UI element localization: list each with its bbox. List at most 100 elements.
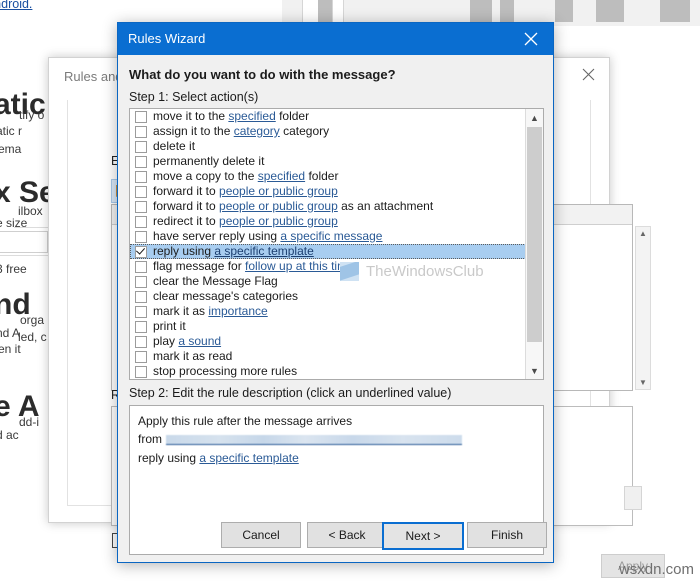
action-row[interactable]: assign it to the category category (130, 124, 526, 139)
action-value-link[interactable]: people or public group (219, 199, 338, 213)
checkbox-icon[interactable] (135, 230, 147, 243)
action-value-link[interactable]: a sound (178, 334, 221, 348)
webpage-top-link-1[interactable]: r iOS or Android. (0, 0, 300, 11)
action-value-link[interactable]: people or public group (219, 184, 338, 198)
checkbox-icon[interactable] (135, 350, 147, 363)
cancel-button[interactable]: Cancel (221, 522, 301, 548)
checkbox-icon[interactable] (135, 275, 147, 288)
secondary-control[interactable] (624, 486, 642, 510)
action-label: clear message's categories (153, 290, 298, 303)
next-button[interactable]: Next > (382, 522, 464, 550)
action-text: stop processing more rules (153, 364, 298, 378)
action-label: mark it as importance (153, 305, 268, 318)
rules-wizard-titlebar: Rules Wizard (118, 23, 553, 55)
checkbox-checked-icon[interactable] (135, 245, 147, 258)
checkbox-icon[interactable] (135, 155, 147, 168)
action-row[interactable]: clear the Message Flag (130, 274, 526, 289)
action-text: clear message's categories (153, 289, 299, 303)
scrollbar-thumb[interactable] (527, 127, 542, 342)
action-row[interactable]: print it (130, 319, 526, 334)
action-label: clear the Message Flag (153, 275, 278, 288)
action-row[interactable]: delete it (130, 139, 526, 154)
action-label: have server reply using a specific messa… (153, 230, 382, 243)
finish-button[interactable]: Finish (467, 522, 547, 548)
checkbox-icon[interactable] (135, 140, 147, 153)
action-row[interactable]: move it to the specified folder (130, 109, 526, 124)
action-row[interactable]: play a sound (130, 334, 526, 349)
specific-template-link[interactable]: a specific template (199, 451, 298, 465)
action-label: reply using a specific template (153, 245, 314, 258)
action-label: print it (153, 320, 186, 333)
rules-wizard-title: Rules Wizard (128, 31, 206, 46)
action-value-link[interactable]: a specific message (280, 229, 382, 243)
webpage-fragment: atic r (0, 124, 23, 138)
description-line-2[interactable]: from (138, 432, 462, 446)
action-text: folder (275, 109, 310, 123)
action-text: permanently delete it (153, 154, 265, 168)
webpage-fragment: orga (20, 313, 45, 327)
action-value-link[interactable]: a specific template (214, 244, 313, 258)
redacted-sender-value[interactable] (166, 435, 462, 445)
action-text: assign it to the (153, 124, 234, 138)
action-value-link[interactable]: category (234, 124, 280, 138)
chevron-down-icon[interactable]: ▼ (636, 376, 650, 389)
webpage-input-box[interactable] (0, 231, 48, 253)
action-row[interactable]: mark it as read (130, 349, 526, 364)
action-row[interactable]: have server reply using a specific messa… (130, 229, 526, 244)
action-row[interactable]: forward it to people or public group (130, 184, 526, 199)
checkbox-icon[interactable] (135, 365, 147, 378)
action-value-link[interactable]: importance (208, 304, 267, 318)
checkbox-icon[interactable] (135, 125, 147, 138)
checkbox-icon[interactable] (135, 215, 147, 228)
checkbox-icon[interactable] (135, 185, 147, 198)
action-text: forward it to (153, 199, 220, 213)
checkbox-icon[interactable] (135, 110, 147, 123)
action-label: stop processing more rules (153, 365, 297, 378)
close-icon[interactable] (509, 23, 553, 55)
checkbox-icon[interactable] (135, 290, 147, 303)
action-row[interactable]: stop processing more rules (130, 364, 526, 379)
action-text: redirect it to (153, 214, 220, 228)
action-row[interactable]: redirect it to people or public group (130, 214, 526, 229)
checkbox-icon[interactable] (135, 320, 147, 333)
browser-chrome-block (470, 0, 492, 22)
action-value-link[interactable]: specified (258, 169, 305, 183)
webpage-fragment: d ac (0, 428, 19, 442)
checkbox-icon[interactable] (135, 335, 147, 348)
action-value-link[interactable]: follow up at this time (245, 259, 354, 273)
webpage-fragment: e size (0, 216, 28, 230)
checkbox-icon[interactable] (135, 170, 147, 183)
actions-listbox[interactable]: move it to the specified folder assign it… (129, 108, 544, 380)
action-text: category (279, 124, 330, 138)
checkbox-icon[interactable] (135, 200, 147, 213)
browser-chrome-block (318, 0, 332, 22)
screen: r iOS or Android. e Our atic tify o atic… (0, 0, 700, 582)
chevron-up-icon[interactable]: ▲ (636, 227, 650, 240)
action-row[interactable]: mark it as importance (130, 304, 526, 319)
action-row[interactable]: flag message for follow up at this time (130, 259, 526, 274)
back-button[interactable]: < Back (307, 522, 387, 548)
action-text: mark it as read (153, 349, 233, 363)
rules-and-alerts-scrollbar[interactable]: ▲ ▼ (635, 226, 651, 390)
action-label: assign it to the category category (153, 125, 329, 138)
checkbox-icon[interactable] (135, 260, 147, 273)
action-row[interactable]: clear message's categories (130, 289, 526, 304)
actions-scrollbar[interactable]: ▲ ▼ (525, 109, 543, 379)
description-line-3[interactable]: reply using a specific template (138, 451, 299, 465)
action-value-link[interactable]: people or public group (219, 214, 338, 228)
webpage-fragment: dd-i (19, 415, 40, 429)
action-row[interactable]: reply using a specific template (130, 244, 526, 259)
scroll-down-icon[interactable]: ▼ (526, 362, 543, 379)
step2-label: Step 2: Edit the rule description (click… (129, 386, 452, 400)
scroll-up-icon[interactable]: ▲ (526, 109, 543, 126)
action-label: delete it (153, 140, 195, 153)
action-row[interactable]: move a copy to the specified folder (130, 169, 526, 184)
rules-wizard-dialog[interactable]: Rules Wizard What do you want to do with… (117, 22, 554, 563)
action-label: permanently delete it (153, 155, 264, 168)
close-icon[interactable] (571, 62, 605, 86)
action-row[interactable]: forward it to people or public group as … (130, 199, 526, 214)
site-watermark: wsxdn.com (618, 561, 694, 578)
action-row[interactable]: permanently delete it (130, 154, 526, 169)
checkbox-icon[interactable] (135, 305, 147, 318)
action-value-link[interactable]: specified (228, 109, 275, 123)
